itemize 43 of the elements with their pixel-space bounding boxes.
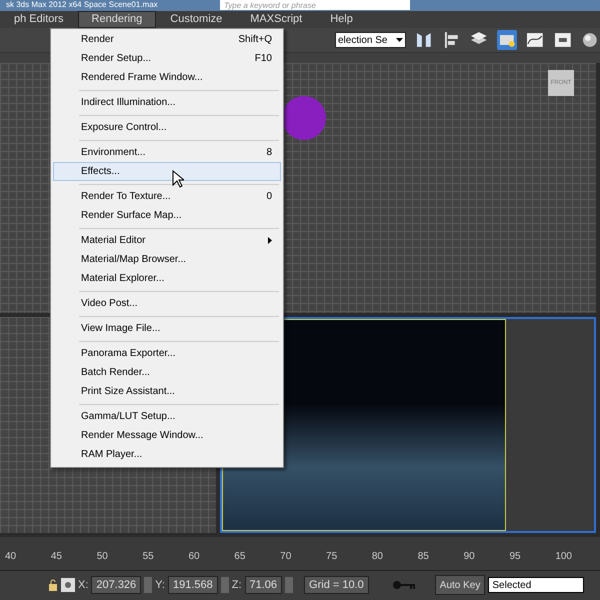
timeline-tick: 95 xyxy=(509,550,521,564)
menu-entry-label: Render Setup... xyxy=(81,52,152,66)
timeline-tick: 75 xyxy=(326,550,338,564)
timeline-tick: 45 xyxy=(50,550,62,564)
menu-entry-label: Print Size Assistant... xyxy=(81,385,175,399)
menu-entry-label: Panorama Exporter... xyxy=(81,347,176,361)
menu-entry-label: Environment... xyxy=(81,146,146,160)
menu-entry-label: Render Surface Map... xyxy=(81,209,182,223)
menu-entry-label: Rendered Frame Window... xyxy=(81,71,203,85)
timeline-tick: 50 xyxy=(96,550,108,564)
menu-entry-label: Render Message Window... xyxy=(81,429,204,443)
window-title: sk 3ds Max 2012 x64 Space Scene01.max xyxy=(6,0,159,10)
menu-entry-label: Material Editor xyxy=(81,234,146,248)
menu-entry-label: Render To Texture... xyxy=(81,190,171,204)
timeline-tick: 60 xyxy=(188,550,200,564)
shortcut-label: Shift+Q xyxy=(238,33,272,47)
menu-entry-label: View Image File... xyxy=(81,322,160,336)
timeline-tick: 55 xyxy=(142,550,154,564)
menu-entry-label: Indirect Illumination... xyxy=(81,96,176,110)
menu-entry-label: Gamma/LUT Setup... xyxy=(81,410,176,424)
grid-readout: Grid = 10.0 xyxy=(304,576,369,594)
coordinate-label: X: xyxy=(78,578,88,594)
menu-entry-label: RAM Player... xyxy=(81,448,142,462)
timeline-tick: 80 xyxy=(372,550,383,564)
menu-entry-label: Exposure Control... xyxy=(81,121,167,135)
coordinate-label: Z: xyxy=(232,578,242,594)
timeline-tick: 100 xyxy=(555,550,572,564)
timeline-tick: 40 xyxy=(5,550,16,564)
coordinate-label: Y: xyxy=(155,578,165,594)
menu-entry-label: Batch Render... xyxy=(81,366,150,380)
timeline-tick: 90 xyxy=(464,550,475,564)
timeline-tick: 65 xyxy=(234,550,246,564)
shortcut-label: 0 xyxy=(266,190,272,204)
shortcut-label: F10 xyxy=(254,52,272,66)
timeline-tick: 70 xyxy=(280,550,292,564)
menu-entry-label: Material/Map Browser... xyxy=(81,253,186,267)
menu-entry-label: Effects... xyxy=(81,165,120,179)
shortcut-label: 8 xyxy=(266,146,272,160)
timeline-tick: 85 xyxy=(418,550,429,564)
menu-entry-label: Video Post... xyxy=(81,297,138,311)
menu-entry-label: Render xyxy=(81,33,114,47)
selection-set-value: election Se xyxy=(338,34,388,48)
menu-entry-label: Material Explorer... xyxy=(81,272,164,286)
